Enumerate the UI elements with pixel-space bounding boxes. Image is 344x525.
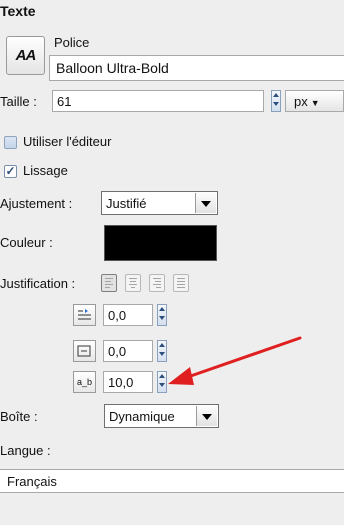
font-section-label: Police	[54, 35, 90, 50]
box-select-value: Dynamique	[109, 409, 175, 424]
checkmark-icon: ✓	[5, 164, 16, 178]
indent-input[interactable]: 0,0	[103, 304, 153, 326]
chevron-down-icon: ▼	[310, 98, 320, 108]
line-spacing-icon	[73, 340, 96, 362]
chevron-down-icon	[196, 406, 217, 426]
editor-checkbox-label: Utiliser l'éditeur	[23, 134, 112, 149]
smoothing-checkbox-label: Lissage	[23, 163, 68, 178]
letter-spacing-icon: a_b	[73, 371, 96, 393]
font-name-field[interactable]: Balloon Ultra-Bold	[49, 55, 344, 81]
letter-spacing-input[interactable]: 10,0	[103, 371, 153, 393]
justification-label: Justification :	[0, 276, 76, 291]
size-spinner[interactable]	[271, 90, 281, 112]
panel-title: Texte	[0, 3, 36, 19]
indent-spinner[interactable]	[157, 304, 167, 326]
align-right-button[interactable]	[149, 274, 165, 292]
line-spacing-input[interactable]: 0,0	[103, 340, 153, 362]
color-swatch[interactable]	[104, 225, 217, 261]
letter-spacing-glyph: a_b	[76, 377, 93, 387]
fit-select-value: Justifié	[106, 196, 147, 211]
font-glyph-icon: AA	[15, 47, 37, 64]
align-center-button[interactable]	[125, 274, 141, 292]
align-justify-button[interactable]	[173, 274, 189, 292]
indent-icon	[73, 304, 96, 326]
box-label: Boîte :	[0, 409, 38, 424]
size-label: Taille :	[0, 94, 37, 109]
font-preview-button[interactable]: AA	[6, 36, 45, 75]
chevron-down-icon	[195, 193, 216, 213]
align-left-button[interactable]	[101, 274, 117, 292]
color-label: Couleur :	[0, 235, 53, 250]
editor-checkbox[interactable]	[4, 136, 17, 149]
language-field[interactable]: Français	[0, 469, 344, 493]
language-label: Langue :	[0, 443, 51, 458]
smoothing-checkbox[interactable]: ✓	[4, 165, 17, 178]
box-select[interactable]: Dynamique	[104, 404, 219, 428]
size-unit-value: px	[294, 94, 308, 109]
fit-label: Ajustement :	[0, 196, 73, 211]
size-unit-select[interactable]: px ▼	[285, 90, 344, 112]
annotation-arrow	[168, 336, 302, 385]
size-input[interactable]: 61	[52, 90, 264, 112]
fit-select[interactable]: Justifié	[101, 191, 218, 215]
